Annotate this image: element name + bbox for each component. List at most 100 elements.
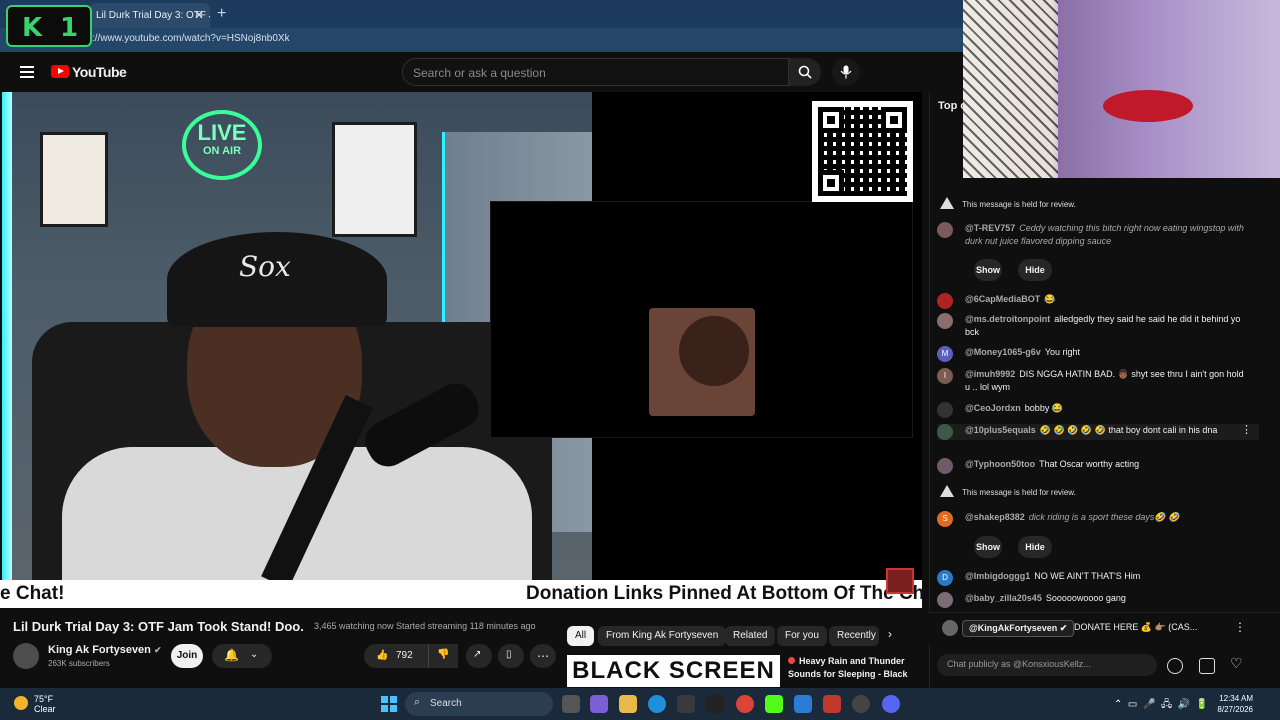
discord-icon[interactable] <box>882 695 900 713</box>
notepad-icon[interactable] <box>794 695 812 713</box>
kick-icon[interactable] <box>765 695 783 713</box>
weather-widget[interactable]: 75°F Clear <box>14 694 56 714</box>
wall-frame-card <box>40 132 108 227</box>
bookmark-icon: ▯ <box>506 649 512 660</box>
qr-corner <box>881 107 907 133</box>
store-icon[interactable] <box>677 695 695 713</box>
chat-avatar[interactable] <box>937 424 953 440</box>
edge-icon[interactable] <box>648 695 666 713</box>
chat-text: Sooooowoooo gang <box>1045 593 1126 603</box>
recommended-thumbnail[interactable]: BLACK SCREEN <box>567 655 780 687</box>
chat-username[interactable]: @ms.detroitonpoint <box>965 314 1050 324</box>
new-tab-icon[interactable]: + <box>217 5 226 23</box>
chat-username[interactable]: @6CapMediaBOT <box>965 294 1040 304</box>
channel-name[interactable]: King Ak Fortyseven ✔ <box>48 644 162 656</box>
settings-icon[interactable] <box>852 695 870 713</box>
recommended-title[interactable]: Heavy Rain and Thunder Sounds for Sleepi… <box>788 655 913 687</box>
phone-live-video <box>649 308 755 416</box>
chat-avatar[interactable] <box>937 458 953 474</box>
chip-recently[interactable]: Recently <box>829 626 879 646</box>
chat-message: @6CapMediaBOT 😂 <box>937 293 1247 309</box>
chat-username[interactable]: @Typhoon50too <box>965 459 1035 469</box>
warning-icon <box>940 485 954 497</box>
chip-all[interactable]: All <box>567 626 595 646</box>
dislike-button[interactable]: 👎 <box>428 644 458 668</box>
chat-username[interactable]: @T-REV757 <box>965 223 1015 233</box>
windows-start-icon[interactable] <box>381 696 397 712</box>
browser-tab[interactable]: Lil Durk Trial Day 3: OTF Jam ✕ <box>90 3 210 28</box>
copilot-icon[interactable] <box>590 695 608 713</box>
chat-avatar[interactable] <box>937 402 953 418</box>
heart-icon[interactable]: ♡ <box>1230 655 1243 672</box>
chat-message: D @Imbigdoggg1 NO WE AIN'T THAT'S Him <box>937 570 1247 586</box>
watching-count: 3,465 watching now Started streaming 118… <box>314 621 536 631</box>
chat-username[interactable]: @10plus5equals <box>965 425 1036 435</box>
voice-search-button[interactable] <box>832 58 860 86</box>
more-actions-button[interactable]: ⋯ <box>530 644 556 668</box>
recommended-title-text[interactable]: Heavy Rain and Thunder Sounds for Sleepi… <box>788 656 908 679</box>
chat-avatar[interactable] <box>937 592 953 608</box>
show-message-button[interactable]: Show <box>974 536 1002 558</box>
chat-avatar[interactable]: I <box>937 368 953 384</box>
task-view-icon[interactable] <box>562 695 580 713</box>
voicemod-icon[interactable] <box>823 695 841 713</box>
taskbar-search[interactable]: ⌕ Search <box>405 692 553 716</box>
file-explorer-icon[interactable] <box>619 695 637 713</box>
chevron-right-icon[interactable]: › <box>888 627 892 641</box>
emoji-icon[interactable] <box>1167 658 1183 674</box>
chat-avatar[interactable]: S <box>937 511 953 527</box>
chip-from-channel[interactable]: From King Ak Fortyseven <box>598 626 727 646</box>
chat-username[interactable]: @imuh9992 <box>965 369 1015 379</box>
clock-date: 8/27/2026 <box>1217 705 1253 714</box>
hide-message-button[interactable]: Hide <box>1018 259 1052 281</box>
thumbs-up-icon: 👍 <box>376 650 389 661</box>
youtube-logo-icon[interactable] <box>51 65 69 78</box>
chat-avatar[interactable]: D <box>937 570 953 586</box>
subscribed-bell-button[interactable]: 🔔 ⌄ <box>212 644 272 668</box>
chat-message: M @Money1065-g6v You right <box>937 346 1247 362</box>
message-menu-icon[interactable]: ⋮ <box>1241 424 1252 437</box>
save-button[interactable]: ▯ <box>498 644 524 668</box>
chrome-icon[interactable] <box>736 695 754 713</box>
pinned-username[interactable]: @KingAkFortyseven ✔ <box>962 620 1075 637</box>
phone-person-face <box>679 316 749 386</box>
clock-time: 12:34 AM <box>1219 694 1253 703</box>
chat-avatar[interactable] <box>937 222 953 238</box>
chat-avatar[interactable] <box>937 293 953 309</box>
chat-avatar[interactable]: M <box>937 346 953 362</box>
chevron-down-icon: ⌄ <box>250 649 259 660</box>
share-button[interactable]: ↗ <box>466 644 492 668</box>
close-tab-icon[interactable]: ✕ <box>194 8 204 22</box>
chat-message: @CeoJordxn bobby 😂 <box>937 402 1247 418</box>
join-button[interactable]: Join <box>171 644 203 668</box>
chat-username[interactable]: @Money1065-g6v <box>965 347 1041 357</box>
chip-for-you[interactable]: For you <box>777 626 827 646</box>
ticker-left-text: e Chat! <box>0 583 65 604</box>
kick-overlay-logo: K 1 <box>6 5 92 47</box>
chat-input[interactable]: Chat publicly as @KonsxiousKellz... <box>937 654 1157 676</box>
subscriber-count: 263K subscribers <box>48 659 110 668</box>
pinned-menu-icon[interactable]: ⋮ <box>1234 620 1246 634</box>
channel-avatar[interactable] <box>13 643 39 669</box>
pinned-avatar <box>942 620 958 636</box>
chat-username[interactable]: @CeoJordxn <box>965 403 1021 413</box>
taskbar-clock[interactable]: 12:34 AM 8/27/2026 <box>1213 693 1253 715</box>
chat-username[interactable]: @shakep8382 <box>965 512 1025 522</box>
chat-avatar[interactable] <box>937 313 953 329</box>
terminal-icon[interactable] <box>706 695 724 713</box>
show-message-button[interactable]: Show <box>974 259 1002 281</box>
search-button[interactable] <box>789 58 821 86</box>
bell-icon: 🔔 <box>224 648 239 662</box>
chat-username[interactable]: @Imbigdoggg1 <box>965 571 1030 581</box>
chat-username[interactable]: @baby_zilla20s45 <box>965 593 1042 603</box>
chip-related[interactable]: Related <box>725 626 776 646</box>
channel-name-text[interactable]: King Ak Fortyseven <box>48 644 151 656</box>
search-input[interactable]: Search or ask a question <box>402 58 789 86</box>
chat-message: @ms.detroitonpoint alledgedly they said h… <box>937 313 1247 339</box>
url-text[interactable]: ://www.youtube.com/watch?v=HSNoj8nb0Xk <box>92 33 290 44</box>
system-tray[interactable]: ⌃ ▭ 🎤 🖧 🔊 🔋 <box>1114 697 1208 714</box>
youtube-logo-text[interactable]: YouTube <box>72 64 127 80</box>
menu-icon[interactable] <box>20 66 34 78</box>
super-chat-icon[interactable] <box>1199 658 1215 674</box>
hide-message-button[interactable]: Hide <box>1018 536 1052 558</box>
